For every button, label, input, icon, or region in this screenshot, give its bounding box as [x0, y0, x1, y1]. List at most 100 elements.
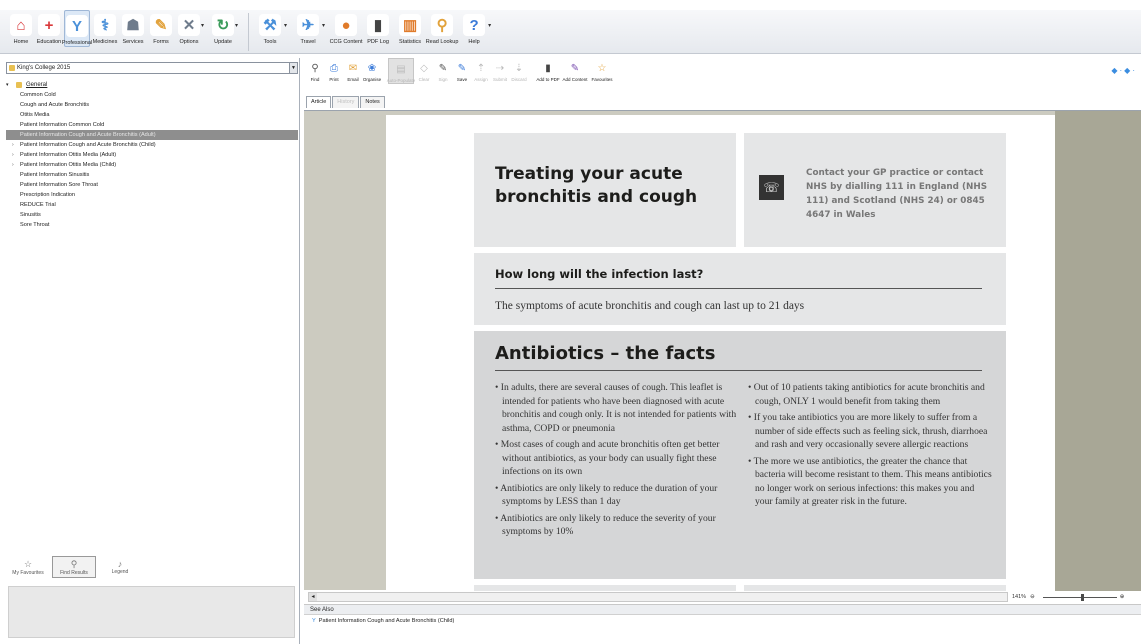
duration-card: How long will the infection last? The sy…	[474, 253, 1006, 325]
toolbar-button-options[interactable]: ✕ Options	[176, 10, 202, 45]
see-also-link[interactable]: Y Patient Information Cough and Acute Bro…	[304, 615, 1141, 627]
collapse-icon[interactable]: ▾	[6, 80, 9, 90]
tree-item[interactable]: › Patient Information Otitis Media (Adult…	[6, 150, 298, 160]
toolbar-button-forms[interactable]: ✎ Forms	[148, 10, 174, 45]
education-icon: +	[38, 14, 60, 36]
fact-bullet: • Out of 10 patients taking antibiotics …	[748, 382, 985, 407]
doc-toolbar-favourites[interactable]: ☆ Favourites	[589, 58, 615, 83]
chevron-down-icon[interactable]: ▾	[235, 22, 238, 29]
chevron-down-icon[interactable]: ▾	[284, 22, 287, 29]
doc-toolbar-print[interactable]: ⎙ Print	[325, 58, 343, 83]
horizontal-scrollbar[interactable]: ◂	[308, 592, 1008, 602]
doc-toolbar-label: Assign	[474, 77, 488, 82]
tab-article[interactable]: Article	[306, 96, 332, 108]
scroll-left-icon[interactable]: ◂	[309, 593, 317, 601]
document-viewer[interactable]: Treating your acute bronchitis and cough…	[304, 110, 1141, 591]
tree-item[interactable]: Patient Information Sinusitis	[6, 170, 298, 180]
zoom-slider[interactable]	[1042, 593, 1117, 601]
tree-item[interactable]: Cough and Acute Bronchitis	[6, 100, 298, 110]
add-to-pdf-icon: ▮	[545, 62, 551, 74]
chevron-down-icon[interactable]: ▾	[201, 22, 204, 29]
toolbar-button-tools[interactable]: ⚒ Tools	[255, 10, 285, 45]
doc-toolbar-assign[interactable]: ⇡ Assign	[472, 58, 490, 83]
toolbar-button-read-lookup[interactable]: ⚲ Read Lookup	[426, 10, 458, 45]
toolbar-button-medicines[interactable]: ⚕ Medicines	[92, 10, 118, 45]
tab-notes[interactable]: Notes	[360, 96, 385, 108]
doc-toolbar-add-to-pdf[interactable]: ▮ Add to PDF	[535, 58, 561, 83]
expand-icon[interactable]: ›	[12, 150, 14, 160]
navigation-arrows[interactable]: ◆·◆·	[1111, 66, 1137, 75]
left-tab-find-results[interactable]: ⚲ Find Results	[52, 556, 96, 578]
forward-arrow-icon[interactable]: ◆·	[1124, 66, 1137, 75]
tree-item[interactable]: Patient Information Sore Throat	[6, 180, 298, 190]
zoom-out-icon[interactable]: ⊖	[1030, 592, 1035, 602]
doc-toolbar-organise[interactable]: ❀ Organise	[363, 58, 381, 83]
tree-item[interactable]: Otitis Media	[6, 110, 298, 120]
toolbar-button-education[interactable]: + Education	[36, 10, 62, 45]
tree-item[interactable]: REDUCE Trial	[6, 200, 298, 210]
toolbar-button-help[interactable]: ? Help	[459, 10, 489, 45]
folder-icon	[16, 82, 22, 88]
doc-toolbar-auto-populate[interactable]: ▤ Auto-Populate	[387, 58, 415, 84]
toolbar-button-pdf-log[interactable]: ▮ PDF Log	[363, 10, 393, 45]
toolbar-button-services[interactable]: ☗ Services	[120, 10, 146, 45]
toolbar-button-travel[interactable]: ✈ Travel	[293, 10, 323, 45]
organisation-select[interactable]: King's College 2015 ▼	[6, 62, 298, 74]
toolbar-button-label: Travel	[300, 39, 316, 45]
back-arrow-icon[interactable]: ◆·	[1111, 66, 1124, 75]
toolbar-button-ccg-content[interactable]: ● CCG Content	[330, 10, 363, 45]
tab-history[interactable]: History	[332, 96, 360, 108]
doc-toolbar-add-content[interactable]: ✎ Add Content	[562, 58, 588, 83]
tree-root-general[interactable]: ▾ General	[6, 80, 298, 90]
toolbar-button-label: Services	[122, 39, 144, 45]
toolbar-button-update[interactable]: ↻ Update	[210, 10, 236, 45]
fact-bullet: • Antibiotics are only likely to reduce …	[495, 482, 718, 508]
content-tree: ▾ General Common Cold Cough and Acute Bro…	[6, 80, 298, 230]
tree-item[interactable]: Patient Information Cough and Acute Bron…	[6, 130, 298, 140]
tree-item[interactable]: Prescription Indication	[6, 190, 298, 200]
doc-toolbar-submit[interactable]: ⇢ Submit	[491, 58, 509, 83]
doc-toolbar-discard[interactable]: ⇣ Discard	[510, 58, 528, 83]
tree-item[interactable]: Sore Throat	[6, 220, 298, 230]
tree-item[interactable]: › Patient Information Otitis Media (Child…	[6, 160, 298, 170]
left-bottom-pane	[8, 586, 295, 638]
toolbar-button-statistics[interactable]: ▥ Statistics	[395, 10, 425, 45]
toolbar-button-home[interactable]: ⌂ Home	[8, 10, 34, 45]
toolbar-button-label: Statistics	[399, 39, 422, 45]
doc-toolbar-label: Find	[310, 77, 320, 82]
doc-toolbar-email[interactable]: ✉ Email	[344, 58, 362, 83]
contact-text: Contact your GP practice or contact NHS …	[806, 168, 988, 220]
zoom-slider-handle[interactable]	[1080, 593, 1084, 601]
save-icon: ✎	[457, 62, 467, 74]
tree-item[interactable]: Common Cold	[6, 90, 298, 100]
tree-item[interactable]: Patient Information Common Cold	[6, 120, 298, 130]
toolbar-button-label: Forms	[153, 39, 169, 45]
divider	[495, 288, 982, 289]
toolbar-button-label: Professional	[61, 40, 93, 46]
favourites-icon: ☆	[597, 62, 607, 74]
chevron-down-icon[interactable]: ▾	[322, 22, 325, 29]
toolbar-button-professional[interactable]: Y Professional	[61, 10, 93, 47]
tree-item-label: Cough and Acute Bronchitis	[20, 102, 90, 108]
chevron-down-icon[interactable]: ▼	[289, 63, 297, 73]
toolbar-button-label: Home	[13, 39, 29, 45]
document-page: Treating your acute bronchitis and cough…	[386, 115, 1055, 591]
forms-icon: ✎	[150, 14, 172, 36]
doc-toolbar-sign[interactable]: ✎ Sign	[434, 58, 452, 83]
zoom-in-icon[interactable]: ⊕	[1120, 592, 1125, 602]
chevron-down-icon[interactable]: ▾	[488, 22, 491, 29]
doc-toolbar-clear[interactable]: ◇ Clear	[415, 58, 433, 83]
document-toolbar: ⚲ Find ⎙ Print ✉ Email ❀ Organise ▤ Auto-Populate…	[304, 58, 1141, 90]
tree-item-label: Prescription Indication	[20, 192, 76, 198]
facts-left-column: • In adults, there are several causes of…	[495, 381, 740, 542]
doc-toolbar-save[interactable]: ✎ Save	[453, 58, 471, 83]
zoom-control[interactable]: 141% ⊖ ⊕	[1012, 592, 1141, 602]
doc-toolbar-find[interactable]: ⚲ Find	[306, 58, 324, 83]
left-tab-legend[interactable]: ♪ Legend	[98, 556, 142, 578]
left-tab-my-favourites[interactable]: ☆ My Favourites	[6, 556, 50, 578]
main-toolbar: ⌂ Home + Education Y Professional ⚕ Medicines ☗ S…	[0, 10, 1141, 54]
expand-icon[interactable]: ›	[12, 140, 14, 150]
tree-item[interactable]: Sinusitis	[6, 210, 298, 220]
tree-item[interactable]: › Patient Information Cough and Acute Bro…	[6, 140, 298, 150]
expand-icon[interactable]: ›	[12, 160, 14, 170]
